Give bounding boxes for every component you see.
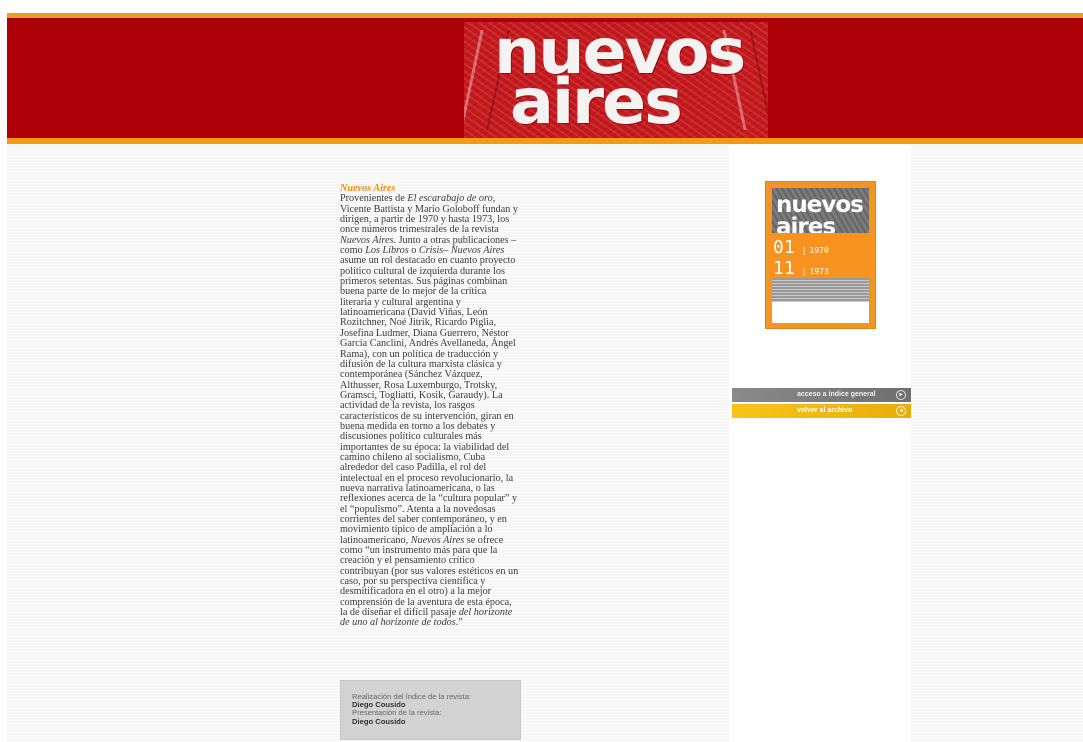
- back-to-archive-button[interactable]: volver al archivo ◂: [732, 404, 911, 418]
- cover-first-issue: 01 | 1970: [773, 237, 829, 258]
- cover-logo-text: nuevos aires: [776, 192, 864, 234]
- last-issue-year: 1973: [809, 267, 829, 276]
- first-issue-year: 1970: [809, 246, 829, 255]
- first-issue-number: 01: [773, 237, 795, 258]
- intro-paragraph: Provenientes de El escarabajo de oro, Vi…: [340, 193, 519, 629]
- credits-presentation-name: Diego Cousido: [352, 716, 406, 726]
- cover-contents-strip: [772, 278, 869, 302]
- navigation-buttons: acceso a índice general ▸ volver al arch…: [732, 388, 911, 418]
- general-index-label: acceso a índice general: [797, 391, 876, 398]
- cover-last-issue: 11 | 1973: [773, 258, 829, 279]
- credits-box: Realización del índice de la revista: Di…: [340, 680, 521, 740]
- last-issue-separator: |: [801, 267, 807, 276]
- logo-text-line2: aires: [510, 65, 683, 138]
- magazine-cover-thumbnail[interactable]: nuevos aires 01 | 1970 11 | 1973: [765, 181, 876, 329]
- back-to-archive-label: volver al archivo: [797, 407, 853, 414]
- site-header: nuevos aires: [7, 13, 1083, 144]
- last-issue-number: 11: [773, 258, 795, 279]
- first-issue-separator: |: [801, 246, 807, 255]
- cover-logo-image: nuevos aires: [772, 188, 869, 233]
- arrow-left-icon: ◂: [896, 406, 906, 416]
- arrow-right-icon: ▸: [896, 390, 906, 400]
- nuevos-aires-logo[interactable]: nuevos aires: [464, 22, 768, 138]
- intro-text: Nuevos Aires Provenientes de El escaraba…: [340, 183, 520, 629]
- cover-footer: [772, 302, 869, 323]
- general-index-button[interactable]: acceso a índice general ▸: [732, 388, 911, 402]
